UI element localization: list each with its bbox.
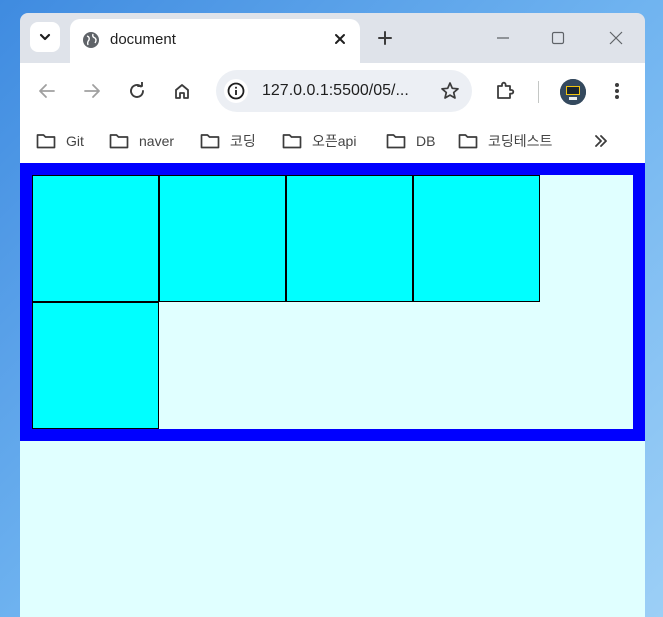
bookmark-label: 코딩테스트 [488, 133, 553, 149]
url-text: 127.0.0.1:5500/05/... [262, 82, 409, 99]
bookmark-git[interactable]: Git [36, 129, 84, 153]
browser-window: document 127.0.0.1:5500/05/... Git naver… [20, 13, 645, 617]
folder-icon [200, 134, 220, 149]
back-button[interactable] [33, 77, 61, 105]
puzzle-icon [497, 81, 515, 99]
close-icon [609, 31, 623, 45]
bookmark-openapi[interactable]: 오픈api [282, 129, 356, 153]
profile-avatar[interactable] [560, 79, 586, 105]
double-chevron-right-icon [595, 135, 607, 147]
chevron-down-icon [39, 33, 51, 41]
tab-search-button[interactable] [30, 22, 60, 52]
box-item [32, 175, 159, 302]
toolbar: 127.0.0.1:5500/05/... [20, 63, 645, 119]
maximize-button[interactable] [543, 25, 573, 51]
tab-close-icon[interactable] [328, 27, 352, 51]
tab-document[interactable]: document [70, 19, 360, 63]
bookmark-coding[interactable]: 코딩 [200, 129, 256, 153]
globe-icon [82, 31, 100, 49]
bookmark-label: naver [139, 133, 175, 149]
folder-icon [109, 134, 129, 149]
more-vertical-icon [615, 83, 619, 99]
star-icon[interactable] [438, 79, 462, 103]
arrow-left-icon [39, 84, 55, 98]
box-item [286, 175, 413, 302]
forward-button[interactable] [78, 77, 106, 105]
maximize-icon [551, 31, 565, 45]
new-tab-button[interactable] [372, 25, 398, 51]
page-viewport [20, 163, 645, 617]
menu-button[interactable] [603, 77, 631, 105]
toolbar-divider [538, 81, 539, 103]
box-item [413, 175, 540, 302]
bookmark-label: Git [66, 133, 84, 149]
extensions-button[interactable] [491, 77, 519, 105]
bookmark-label: 오픈api [312, 133, 357, 149]
plus-icon [378, 31, 392, 45]
home-icon [175, 84, 189, 99]
box-item [32, 302, 159, 429]
arrow-right-icon [84, 84, 100, 98]
reload-button[interactable] [123, 77, 151, 105]
bookmarks-overflow-button[interactable] [590, 129, 612, 153]
bookmarks-bar: Git naver 코딩 오픈api DB 코딩테스트 [20, 119, 645, 163]
info-icon[interactable] [224, 79, 248, 103]
minimize-button[interactable] [488, 25, 518, 51]
bookmark-label: 코딩 [230, 133, 256, 149]
folder-icon [282, 134, 302, 149]
close-window-button[interactable] [601, 25, 631, 51]
bookmark-label: DB [416, 133, 436, 149]
bookmark-codingtest[interactable]: 코딩테스트 [458, 129, 552, 153]
bookmark-db[interactable]: DB [386, 129, 435, 153]
address-bar[interactable]: 127.0.0.1:5500/05/... [216, 70, 472, 112]
bookmark-naver[interactable]: naver [109, 129, 174, 153]
home-button[interactable] [168, 77, 196, 105]
tab-title: document [110, 31, 176, 48]
folder-icon [386, 134, 406, 149]
tab-strip: document [20, 13, 645, 63]
folder-icon [458, 134, 478, 149]
box-item [159, 175, 286, 302]
reload-icon [130, 82, 144, 98]
folder-icon [36, 134, 56, 149]
minimize-icon [497, 37, 509, 39]
box-container [20, 163, 645, 441]
